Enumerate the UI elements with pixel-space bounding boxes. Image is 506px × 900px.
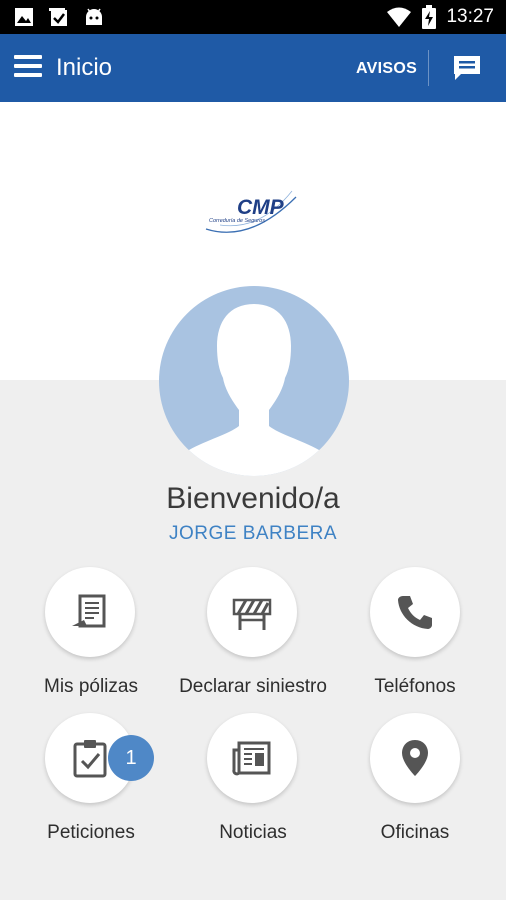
checklist-icon bbox=[49, 8, 67, 26]
declarar-siniestro-button[interactable] bbox=[207, 567, 297, 657]
menu-icon[interactable] bbox=[14, 55, 42, 79]
noticias-label: Noticias bbox=[219, 822, 287, 843]
welcome-text: Bienvenido/a bbox=[166, 482, 340, 515]
user-name: JORGE BARBERA bbox=[168, 523, 338, 544]
peticiones-label: Peticiones bbox=[47, 822, 135, 843]
logo-text: CMP bbox=[237, 196, 285, 219]
mis-polizas-label: Mis pólizas bbox=[44, 676, 138, 697]
page-title: Inicio bbox=[56, 54, 113, 81]
image-icon bbox=[15, 8, 33, 26]
newspaper-icon bbox=[232, 741, 271, 776]
telefonos-button[interactable] bbox=[370, 567, 460, 657]
road-barrier-icon bbox=[232, 598, 272, 630]
policy-document-icon bbox=[72, 594, 106, 628]
logo-subtitle: Correduría de Seguros bbox=[209, 218, 265, 224]
mis-polizas-button[interactable] bbox=[45, 567, 135, 657]
battery-icon bbox=[422, 5, 437, 29]
cmp-logo: CMP Correduría de Seguros bbox=[205, 190, 297, 233]
person-silhouette-icon bbox=[189, 304, 319, 476]
location-pin-icon bbox=[402, 740, 428, 776]
wifi-icon bbox=[387, 7, 412, 27]
clock: 13:27 bbox=[446, 6, 494, 27]
clipboard-check-icon bbox=[73, 740, 107, 778]
avatar bbox=[159, 286, 349, 476]
oficinas-button[interactable] bbox=[370, 713, 460, 803]
app-bar-divider bbox=[428, 50, 429, 86]
peticiones-badge: 1 bbox=[108, 735, 154, 781]
android-icon bbox=[86, 8, 102, 25]
app-bar: Inicio AVISOS bbox=[0, 34, 506, 102]
status-bar: 13:27 bbox=[0, 0, 506, 34]
oficinas-label: Oficinas bbox=[380, 822, 450, 843]
telefonos-label: Teléfonos bbox=[374, 676, 456, 697]
chat-icon[interactable] bbox=[452, 54, 482, 82]
noticias-button[interactable] bbox=[207, 713, 297, 803]
avisos-button[interactable]: AVISOS bbox=[356, 60, 417, 78]
phone-icon bbox=[398, 596, 432, 629]
declarar-siniestro-label: Declarar siniestro bbox=[179, 676, 327, 697]
